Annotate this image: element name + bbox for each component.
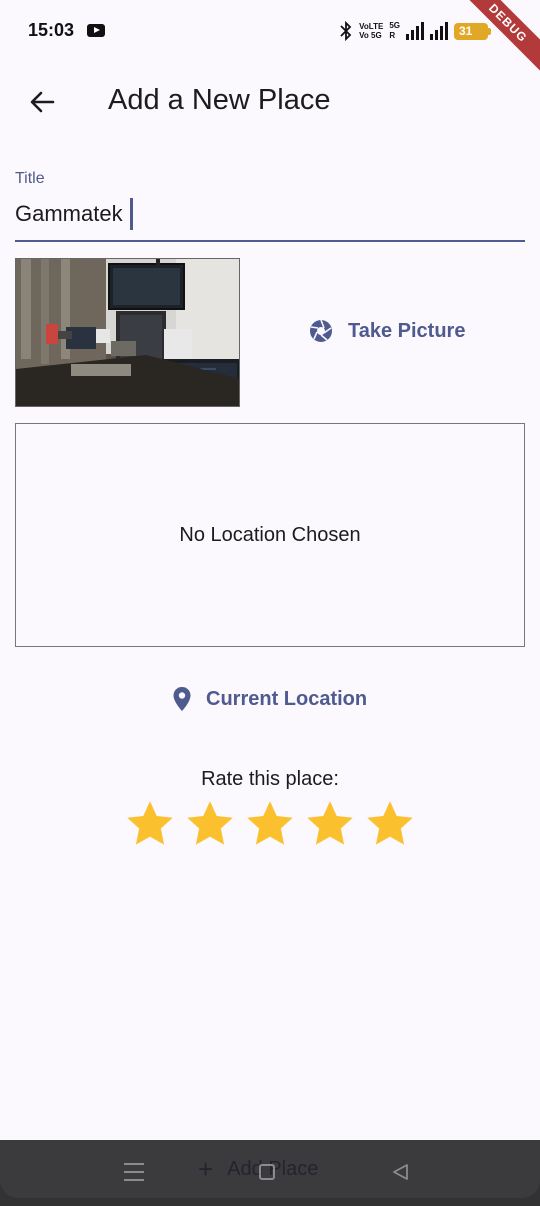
location-placeholder-text: No Location Chosen xyxy=(179,523,361,546)
star-icon-2[interactable] xyxy=(184,798,236,850)
bluetooth-icon xyxy=(340,21,352,41)
signal-strength-icon xyxy=(406,22,424,40)
status-bar: 15:03 VoLTE Vo 5G 5G R 31 xyxy=(0,0,540,60)
photo-preview xyxy=(15,258,240,407)
plus-icon: + xyxy=(198,1154,214,1184)
home-icon[interactable] xyxy=(259,1164,275,1180)
title-input-value-wrap: Gammatek xyxy=(15,198,133,230)
star-rating xyxy=(124,798,416,850)
location-preview: No Location Chosen xyxy=(15,423,525,647)
camera-shutter-icon xyxy=(310,319,332,342)
arrow-back-icon xyxy=(30,91,55,113)
photo-preview-image xyxy=(16,259,239,406)
current-location-button[interactable]: Current Location xyxy=(172,686,367,712)
title-input-value: Gammatek xyxy=(15,201,123,226)
star-icon-5[interactable] xyxy=(364,798,416,850)
network-5g-indicator: 5G R xyxy=(389,21,400,40)
text-cursor xyxy=(129,198,133,230)
signal-strength-icon-2 xyxy=(430,22,448,40)
current-location-label: Current Location xyxy=(206,687,368,710)
rating-label: Rate this place: xyxy=(201,768,339,790)
battery-indicator: 31 xyxy=(454,22,491,40)
page-title: Add a New Place xyxy=(108,84,331,116)
title-input[interactable]: Title Gammatek xyxy=(15,168,525,242)
nav-back-icon[interactable] xyxy=(390,1162,410,1182)
star-icon-3[interactable] xyxy=(244,798,296,850)
recent-apps-icon[interactable] xyxy=(124,1163,144,1181)
volte-indicator: VoLTE Vo 5G xyxy=(359,22,384,40)
add-place-screen: 15:03 VoLTE Vo 5G 5G R 31 DEBUG Add a Ne… xyxy=(0,0,540,1206)
title-input-label: Title xyxy=(15,170,45,187)
take-picture-button[interactable]: Take Picture xyxy=(308,318,465,344)
location-pin-icon xyxy=(173,687,191,711)
status-time: 15:03 xyxy=(28,20,75,40)
status-icons: VoLTE Vo 5G 5G R 31 xyxy=(339,19,491,43)
back-button[interactable] xyxy=(18,80,66,124)
take-picture-label: Take Picture xyxy=(348,319,466,342)
star-icon-1[interactable] xyxy=(124,798,176,850)
star-icon-4[interactable] xyxy=(304,798,356,850)
youtube-icon xyxy=(87,24,105,37)
